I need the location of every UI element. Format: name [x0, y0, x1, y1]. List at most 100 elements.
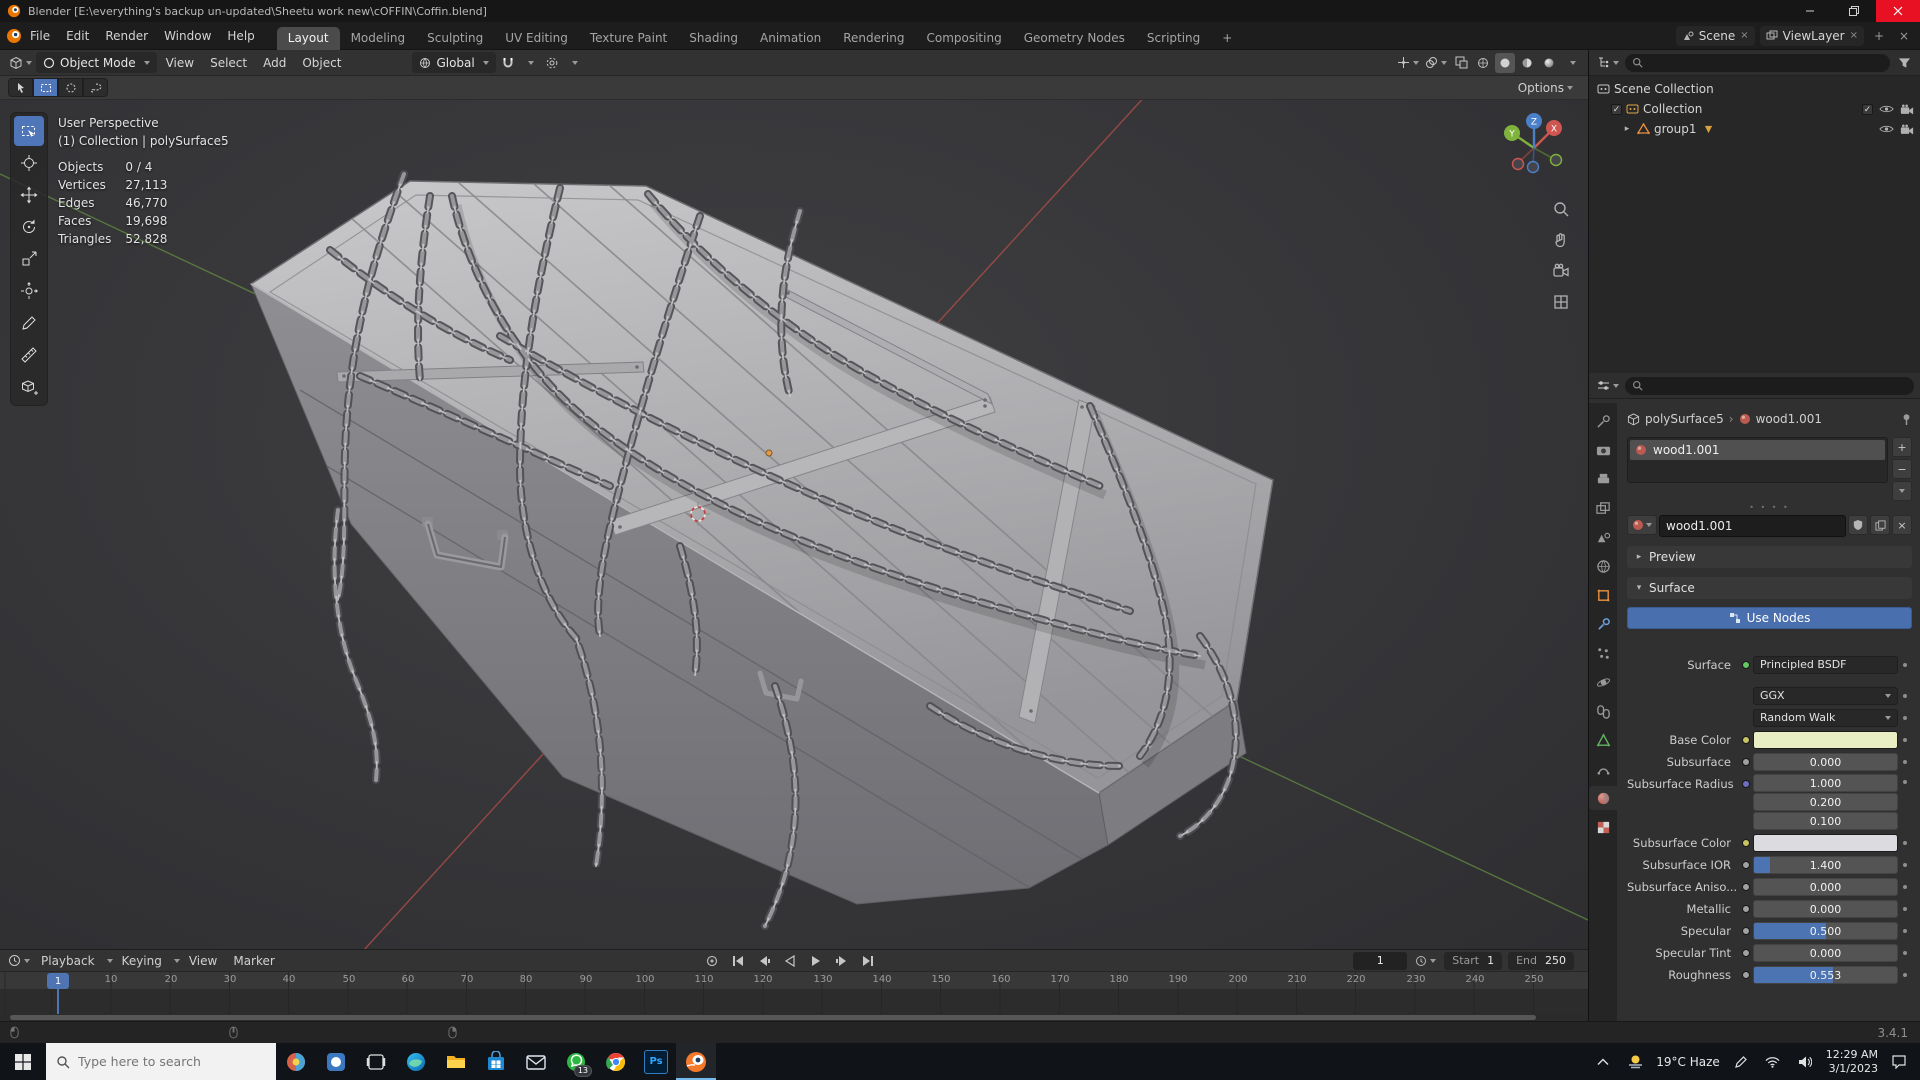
weather-haze-icon[interactable] [1624, 1053, 1646, 1070]
frame-start-field[interactable]: Start 1 [1444, 951, 1503, 970]
timeline-ruler[interactable]: 10 20 30 40 50 60 70 80 90 100 110 120 1… [0, 972, 1588, 990]
metallic-slider[interactable]: 0.000 [1753, 899, 1898, 918]
ior-slider[interactable]: 1.400 [1753, 855, 1898, 874]
animate-dot[interactable] [1898, 906, 1912, 911]
tab-scene[interactable] [1589, 525, 1617, 549]
timeline-track-area[interactable]: 10 20 30 40 50 60 70 80 90 100 110 120 1… [0, 972, 1588, 1021]
tool-annotate[interactable] [14, 308, 44, 338]
use-nodes-button[interactable]: Use Nodes [1627, 607, 1912, 629]
menu-help[interactable]: Help [219, 25, 262, 47]
tab-view-layer[interactable] [1589, 496, 1617, 520]
animate-dot[interactable] [1898, 693, 1912, 698]
volume-icon[interactable] [1794, 1056, 1816, 1068]
outliner-filter-button[interactable] [1894, 53, 1914, 73]
pan-hand-icon[interactable] [1552, 231, 1570, 249]
3d-viewport-canvas[interactable]: User Perspective (1) Collection | polySu… [0, 100, 1588, 949]
play-reverse-button[interactable] [778, 951, 802, 970]
blender-menu-icon[interactable] [6, 28, 22, 44]
properties-editor-type-button[interactable] [1595, 376, 1621, 396]
tool-move[interactable] [14, 180, 44, 210]
gizmo-neg-z[interactable] [1526, 160, 1540, 174]
animate-dot[interactable] [1898, 862, 1912, 867]
ortho-grid-icon[interactable] [1552, 293, 1570, 311]
object-menu[interactable]: Object [295, 53, 348, 73]
whatsapp-icon[interactable]: 13 [556, 1043, 596, 1080]
playback-menu[interactable]: Playback [34, 952, 102, 970]
slot-list-grip[interactable]: • • • • [1627, 501, 1912, 513]
tab-material[interactable] [1589, 786, 1617, 810]
material-name-field[interactable]: wood1.001 [1659, 515, 1846, 537]
animate-dot[interactable] [1898, 780, 1912, 784]
jump-to-end-button[interactable] [856, 951, 880, 970]
animate-dot[interactable] [1898, 737, 1912, 742]
material-slot-row[interactable]: wood1.001 [1630, 440, 1885, 460]
transform-orientation-dropdown[interactable]: Global [412, 52, 496, 73]
network-icon[interactable] [1762, 1056, 1784, 1068]
select-circle-button[interactable] [58, 78, 83, 97]
outliner-row-scene-collection[interactable]: Scene Collection [1589, 79, 1920, 99]
view-menu[interactable]: View [159, 53, 201, 73]
tab-world[interactable] [1589, 554, 1617, 578]
sss-method-dropdown[interactable]: Random Walk [1753, 708, 1898, 727]
timeline-editor-type-button[interactable] [6, 951, 32, 971]
menu-file[interactable]: File [22, 25, 58, 47]
pinned-app-icon-1[interactable] [276, 1043, 316, 1080]
unlink-material-button[interactable]: × [1892, 515, 1912, 535]
tool-select-box[interactable] [14, 116, 44, 146]
scene-selector[interactable]: Scene × [1675, 25, 1755, 46]
radius-z-field[interactable]: 0.100 [1753, 812, 1898, 830]
play-button[interactable] [804, 951, 828, 970]
add-slot-button[interactable]: + [1892, 437, 1912, 457]
overlays-toggle[interactable] [1423, 53, 1449, 73]
tab-uv-editing[interactable]: UV Editing [494, 27, 579, 50]
add-workspace-button[interactable]: + [1211, 27, 1243, 50]
subsurface-slider[interactable]: 0.000 [1753, 752, 1898, 771]
notification-center-icon[interactable] [1888, 1054, 1910, 1069]
tool-scale[interactable] [14, 244, 44, 274]
shading-dropdown[interactable] [1561, 53, 1581, 73]
tool-transform[interactable] [14, 276, 44, 306]
current-frame-indicator[interactable]: 1 [47, 973, 69, 989]
shading-solid-button[interactable] [1495, 52, 1515, 73]
new-viewlayer-button[interactable]: + [1869, 26, 1889, 46]
pin-icon[interactable] [1901, 413, 1912, 426]
store-icon[interactable] [476, 1043, 516, 1080]
coffin-model[interactable] [249, 100, 1350, 949]
material-slot-list[interactable]: wood1.001 [1627, 437, 1888, 483]
frame-end-field[interactable]: End 250 [1508, 951, 1574, 970]
timeline-track[interactable] [0, 990, 1588, 1014]
marker-menu[interactable]: Marker [226, 952, 281, 970]
remove-slot-button[interactable]: − [1892, 459, 1912, 479]
menu-window[interactable]: Window [156, 25, 219, 47]
tab-constraints[interactable] [1589, 699, 1617, 723]
surface-shader-dropdown[interactable]: Principled BSDF [1753, 655, 1898, 674]
snap-toggle[interactable] [498, 53, 518, 73]
edge-icon[interactable] [396, 1043, 436, 1080]
render-camera-icon[interactable] [1900, 104, 1914, 115]
tab-rendering[interactable]: Rendering [832, 27, 915, 50]
pen-icon[interactable] [1730, 1055, 1752, 1069]
chrome-icon[interactable] [596, 1043, 636, 1080]
tab-modeling[interactable]: Modeling [340, 27, 417, 50]
tab-physics[interactable] [1589, 670, 1617, 694]
surface-panel-header[interactable]: ▾ Surface [1627, 577, 1912, 599]
gizmo-neg-y[interactable] [1549, 153, 1563, 167]
tool-cursor[interactable] [14, 148, 44, 178]
proportional-edit-toggle[interactable] [542, 53, 562, 73]
tool-measure[interactable] [14, 340, 44, 370]
tab-render[interactable] [1589, 438, 1617, 462]
tool-rotate[interactable] [14, 212, 44, 242]
collection-exclude-checkbox[interactable]: ✓ [1611, 103, 1622, 115]
properties-search-input[interactable] [1625, 376, 1914, 395]
blender-taskbar-icon[interactable] [676, 1043, 716, 1080]
base-color-swatch[interactable] [1753, 730, 1898, 749]
breadcrumb-object[interactable]: polySurface5 [1645, 412, 1724, 426]
outliner-editor-type-button[interactable] [1595, 53, 1621, 73]
tab-object[interactable] [1589, 583, 1617, 607]
tool-add-cube[interactable] [14, 372, 44, 402]
pinned-app-icon-2[interactable] [316, 1043, 356, 1080]
outliner-search-input[interactable] [1625, 53, 1890, 72]
menu-render[interactable]: Render [97, 25, 156, 47]
xray-toggle[interactable] [1451, 53, 1471, 73]
mail-icon[interactable] [516, 1043, 556, 1080]
